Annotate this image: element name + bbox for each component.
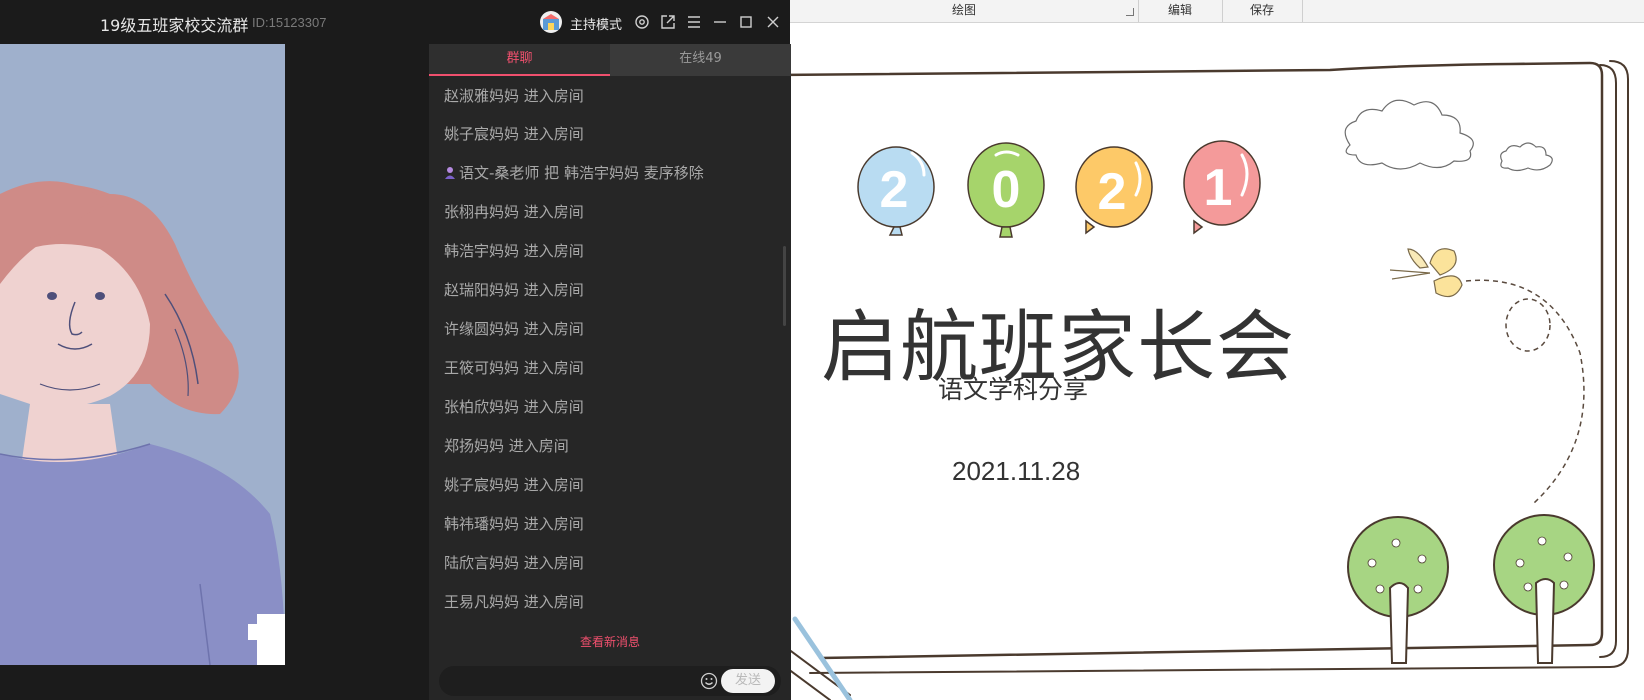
chat-tabs: 群聊 在线49 [429, 44, 791, 76]
host-avatar[interactable] [540, 11, 562, 33]
list-item: 姚子宸妈妈 进入房间 [444, 125, 584, 143]
ribbon-group-save-label: 保存 [1249, 3, 1274, 17]
balloon-digit: 0 [992, 161, 1021, 219]
slide-subtitle: 语文学科分享 [938, 375, 1089, 404]
send-button[interactable]: 发送 [721, 669, 775, 693]
list-item: 赵淑雅妈妈 进入房间 [444, 87, 584, 105]
ribbon-group-edit[interactable]: 编辑 [1138, 0, 1223, 22]
emoji-icon [700, 672, 718, 690]
tree-icon [1347, 514, 1595, 664]
list-item: 张柏欣妈妈 进入房间 [444, 398, 584, 416]
ribbon-group-draw-label: 绘图 [951, 3, 976, 17]
presenter-illustration [0, 44, 285, 665]
external-link-icon [661, 15, 675, 29]
flight-path [1465, 279, 1585, 504]
maximize-button[interactable] [736, 12, 756, 32]
close-button[interactable] [763, 12, 783, 32]
close-icon [767, 16, 779, 28]
video-area [0, 44, 428, 700]
balloon-digit: 2 [1098, 163, 1127, 221]
maximize-icon [740, 16, 752, 28]
tab-group-chat[interactable]: 群聊 [429, 44, 610, 76]
list-item: 韩浩宇妈妈 进入房间 [444, 242, 584, 260]
window-titlebar[interactable]: 19级五班家校交流群 ID:15123307 主持模式 [0, 0, 790, 44]
hamburger-icon [688, 16, 700, 28]
list-item: 王易凡妈妈 进入房间 [444, 593, 584, 611]
list-item-text: 语文-桑老师 把 韩浩宇妈妈 麦序移除 [459, 164, 704, 182]
popout-button[interactable] [658, 12, 678, 32]
list-item: 陆欣言妈妈 进入房间 [444, 554, 584, 572]
gear-icon [635, 15, 649, 29]
ribbon-group-draw[interactable]: 绘图 [790, 0, 1139, 22]
list-item: 语文-桑老师 把 韩浩宇妈妈 麦序移除 [444, 162, 704, 183]
dialog-launcher-icon[interactable] [1126, 8, 1134, 16]
list-item: 郑扬妈妈 进入房间 [444, 437, 569, 455]
butterfly-icon [1389, 248, 1463, 298]
slide-canvas: 2 0 2 1 启航班家长会 语文学科分享 2021.11.28 [790, 23, 1644, 700]
teacher-icon [445, 167, 455, 179]
settings-button[interactable] [632, 12, 652, 32]
video-tile[interactable] [0, 44, 285, 665]
meeting-window: 19级五班家校交流群 ID:15123307 主持模式 群聊 在线49 赵淑雅妈… [0, 0, 791, 700]
slide-date: 2021.11.28 [952, 456, 1081, 486]
emoji-button[interactable] [700, 672, 718, 690]
cloud-icon [1344, 99, 1553, 172]
tab-online-members[interactable]: 在线49 [610, 44, 791, 76]
avatar-icon [543, 14, 559, 30]
list-item: 姚子宸妈妈 进入房间 [444, 476, 584, 494]
list-item: 赵瑞阳妈妈 进入房间 [444, 281, 584, 299]
flight-loop [1505, 298, 1551, 352]
message-input[interactable] [449, 666, 703, 698]
chat-scrollbar[interactable] [783, 246, 786, 326]
group-id: ID:15123307 [252, 15, 327, 30]
list-item: 张栩冉妈妈 进入房间 [444, 203, 584, 221]
ribbon-group-save[interactable]: 保存 [1222, 0, 1303, 22]
list-item: 许缘圆妈妈 进入房间 [444, 320, 584, 338]
message-list[interactable]: 赵淑雅妈妈 进入房间 姚子宸妈妈 进入房间 语文-桑老师 把 韩浩宇妈妈 麦序移… [429, 76, 791, 636]
ribbon-group-edit-label: 编辑 [1167, 3, 1192, 17]
group-title: 19级五班家校交流群 [100, 16, 249, 35]
list-item: 韩祎璠妈妈 进入房间 [444, 515, 584, 533]
minimize-button[interactable] [710, 12, 730, 32]
balloon-digit: 1 [1204, 159, 1233, 217]
chat-input-bar: 发送 [439, 666, 781, 698]
balloon-icon [857, 140, 1261, 238]
chat-panel: 群聊 在线49 赵淑雅妈妈 进入房间 姚子宸妈妈 进入房间 语文-桑老师 把 韩… [428, 44, 791, 700]
list-item: 王筱可妈妈 进入房间 [444, 359, 584, 377]
minimize-icon [714, 21, 726, 23]
view-new-messages-link[interactable]: 查看新消息 [429, 633, 791, 650]
host-mode-label[interactable]: 主持模式 [570, 14, 622, 33]
ribbon-bar: 绘图 编辑 保存 [790, 0, 1644, 23]
balloon-digit: 2 [880, 161, 909, 219]
menu-button[interactable] [684, 12, 704, 32]
